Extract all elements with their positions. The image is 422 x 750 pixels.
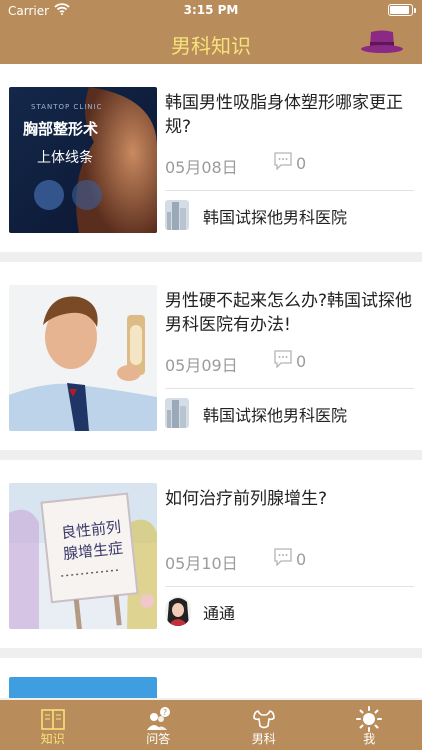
comment-bubble-icon — [273, 350, 293, 372]
comment-count[interactable]: 0 — [273, 350, 306, 372]
author-avatar[interactable] — [165, 398, 189, 428]
nav-bar: 男科知识 — [0, 20, 422, 64]
author-name[interactable]: 韩国试探他男科医院 — [203, 402, 347, 426]
article-thumbnail — [9, 285, 157, 431]
sun-icon — [356, 706, 383, 732]
tab-label: 我 — [363, 732, 376, 746]
comment-count-value: 0 — [296, 351, 307, 371]
article-title[interactable]: 韩国男性吸脂身体塑形哪家更正规? — [165, 91, 415, 139]
thumb-caption-sub: 上体线条 — [37, 150, 93, 166]
article-date: 05月08日 — [165, 158, 238, 177]
tab-knowledge[interactable]: 知识 — [0, 700, 106, 750]
qa-people-icon: ? — [145, 706, 171, 732]
article-card[interactable]: 男性硬不起来怎么办?韩国试探他男科医院有办法! 05月09日 0 韩国试探他男科… — [0, 262, 422, 450]
comment-count-value: 0 — [296, 549, 307, 569]
card-divider — [165, 190, 414, 191]
status-bar: Carrier 3:15 PM — [0, 0, 422, 20]
comment-bubble-icon — [273, 152, 293, 174]
tab-label: 问答 — [146, 732, 171, 746]
article-title[interactable]: 男性硬不起来怎么办?韩国试探他男科医院有办法! — [165, 289, 415, 337]
tab-andrology[interactable]: 男科 — [211, 700, 317, 750]
article-date: 05月10日 — [165, 554, 238, 573]
article-thumbnail: STANTOP CLINIC 胸部整形术 上体线条 — [9, 87, 157, 233]
author-avatar[interactable] — [165, 200, 189, 230]
tab-label: 知识 — [40, 732, 65, 746]
author-name[interactable]: 通通 — [203, 600, 235, 624]
tab-me[interactable]: 我 — [317, 700, 422, 750]
article-feed: STANTOP CLINIC 胸部整形术 上体线条 韩国男性吸脂身体塑形哪家更正… — [0, 64, 422, 698]
author-name[interactable]: 韩国试探他男科医院 — [203, 204, 347, 228]
thumb-caption-main: 胸部整形术 — [23, 120, 99, 138]
tab-bar: 知识 ? 问答 男科 我 — [0, 700, 422, 750]
comment-count-value: 0 — [296, 153, 307, 173]
comment-count[interactable]: 0 — [273, 152, 306, 174]
article-title[interactable]: 如何治疗前列腺增生? — [165, 487, 415, 511]
article-card[interactable]: STANTOP CLINIC 胸部整形术 上体线条 韩国男性吸脂身体塑形哪家更正… — [0, 64, 422, 252]
muscle-icon — [251, 706, 277, 732]
battery-icon — [388, 4, 416, 16]
page-title: 男科知识 — [171, 34, 251, 58]
card-divider — [165, 586, 414, 587]
hat-icon[interactable] — [360, 26, 404, 58]
status-time: 3:15 PM — [183, 3, 239, 17]
author-avatar[interactable] — [165, 596, 191, 626]
article-card-partial[interactable] — [0, 658, 422, 698]
card-divider — [165, 388, 414, 389]
article-thumbnail: 良性前列 腺增生症 — [9, 483, 157, 629]
book-icon — [40, 706, 66, 732]
tab-label: 男科 — [251, 732, 276, 746]
tab-qa[interactable]: ? 问答 — [106, 700, 212, 750]
thumb-caption-top: STANTOP CLINIC — [31, 103, 103, 111]
qa-badge: ? — [163, 708, 167, 717]
comment-bubble-icon — [273, 548, 293, 570]
article-thumbnail — [9, 677, 157, 698]
comment-count[interactable]: 0 — [273, 548, 306, 570]
article-date: 05月09日 — [165, 356, 238, 375]
article-card[interactable]: 良性前列 腺增生症 如何治疗前列腺增生? 05月10日 0 通通 — [0, 460, 422, 648]
